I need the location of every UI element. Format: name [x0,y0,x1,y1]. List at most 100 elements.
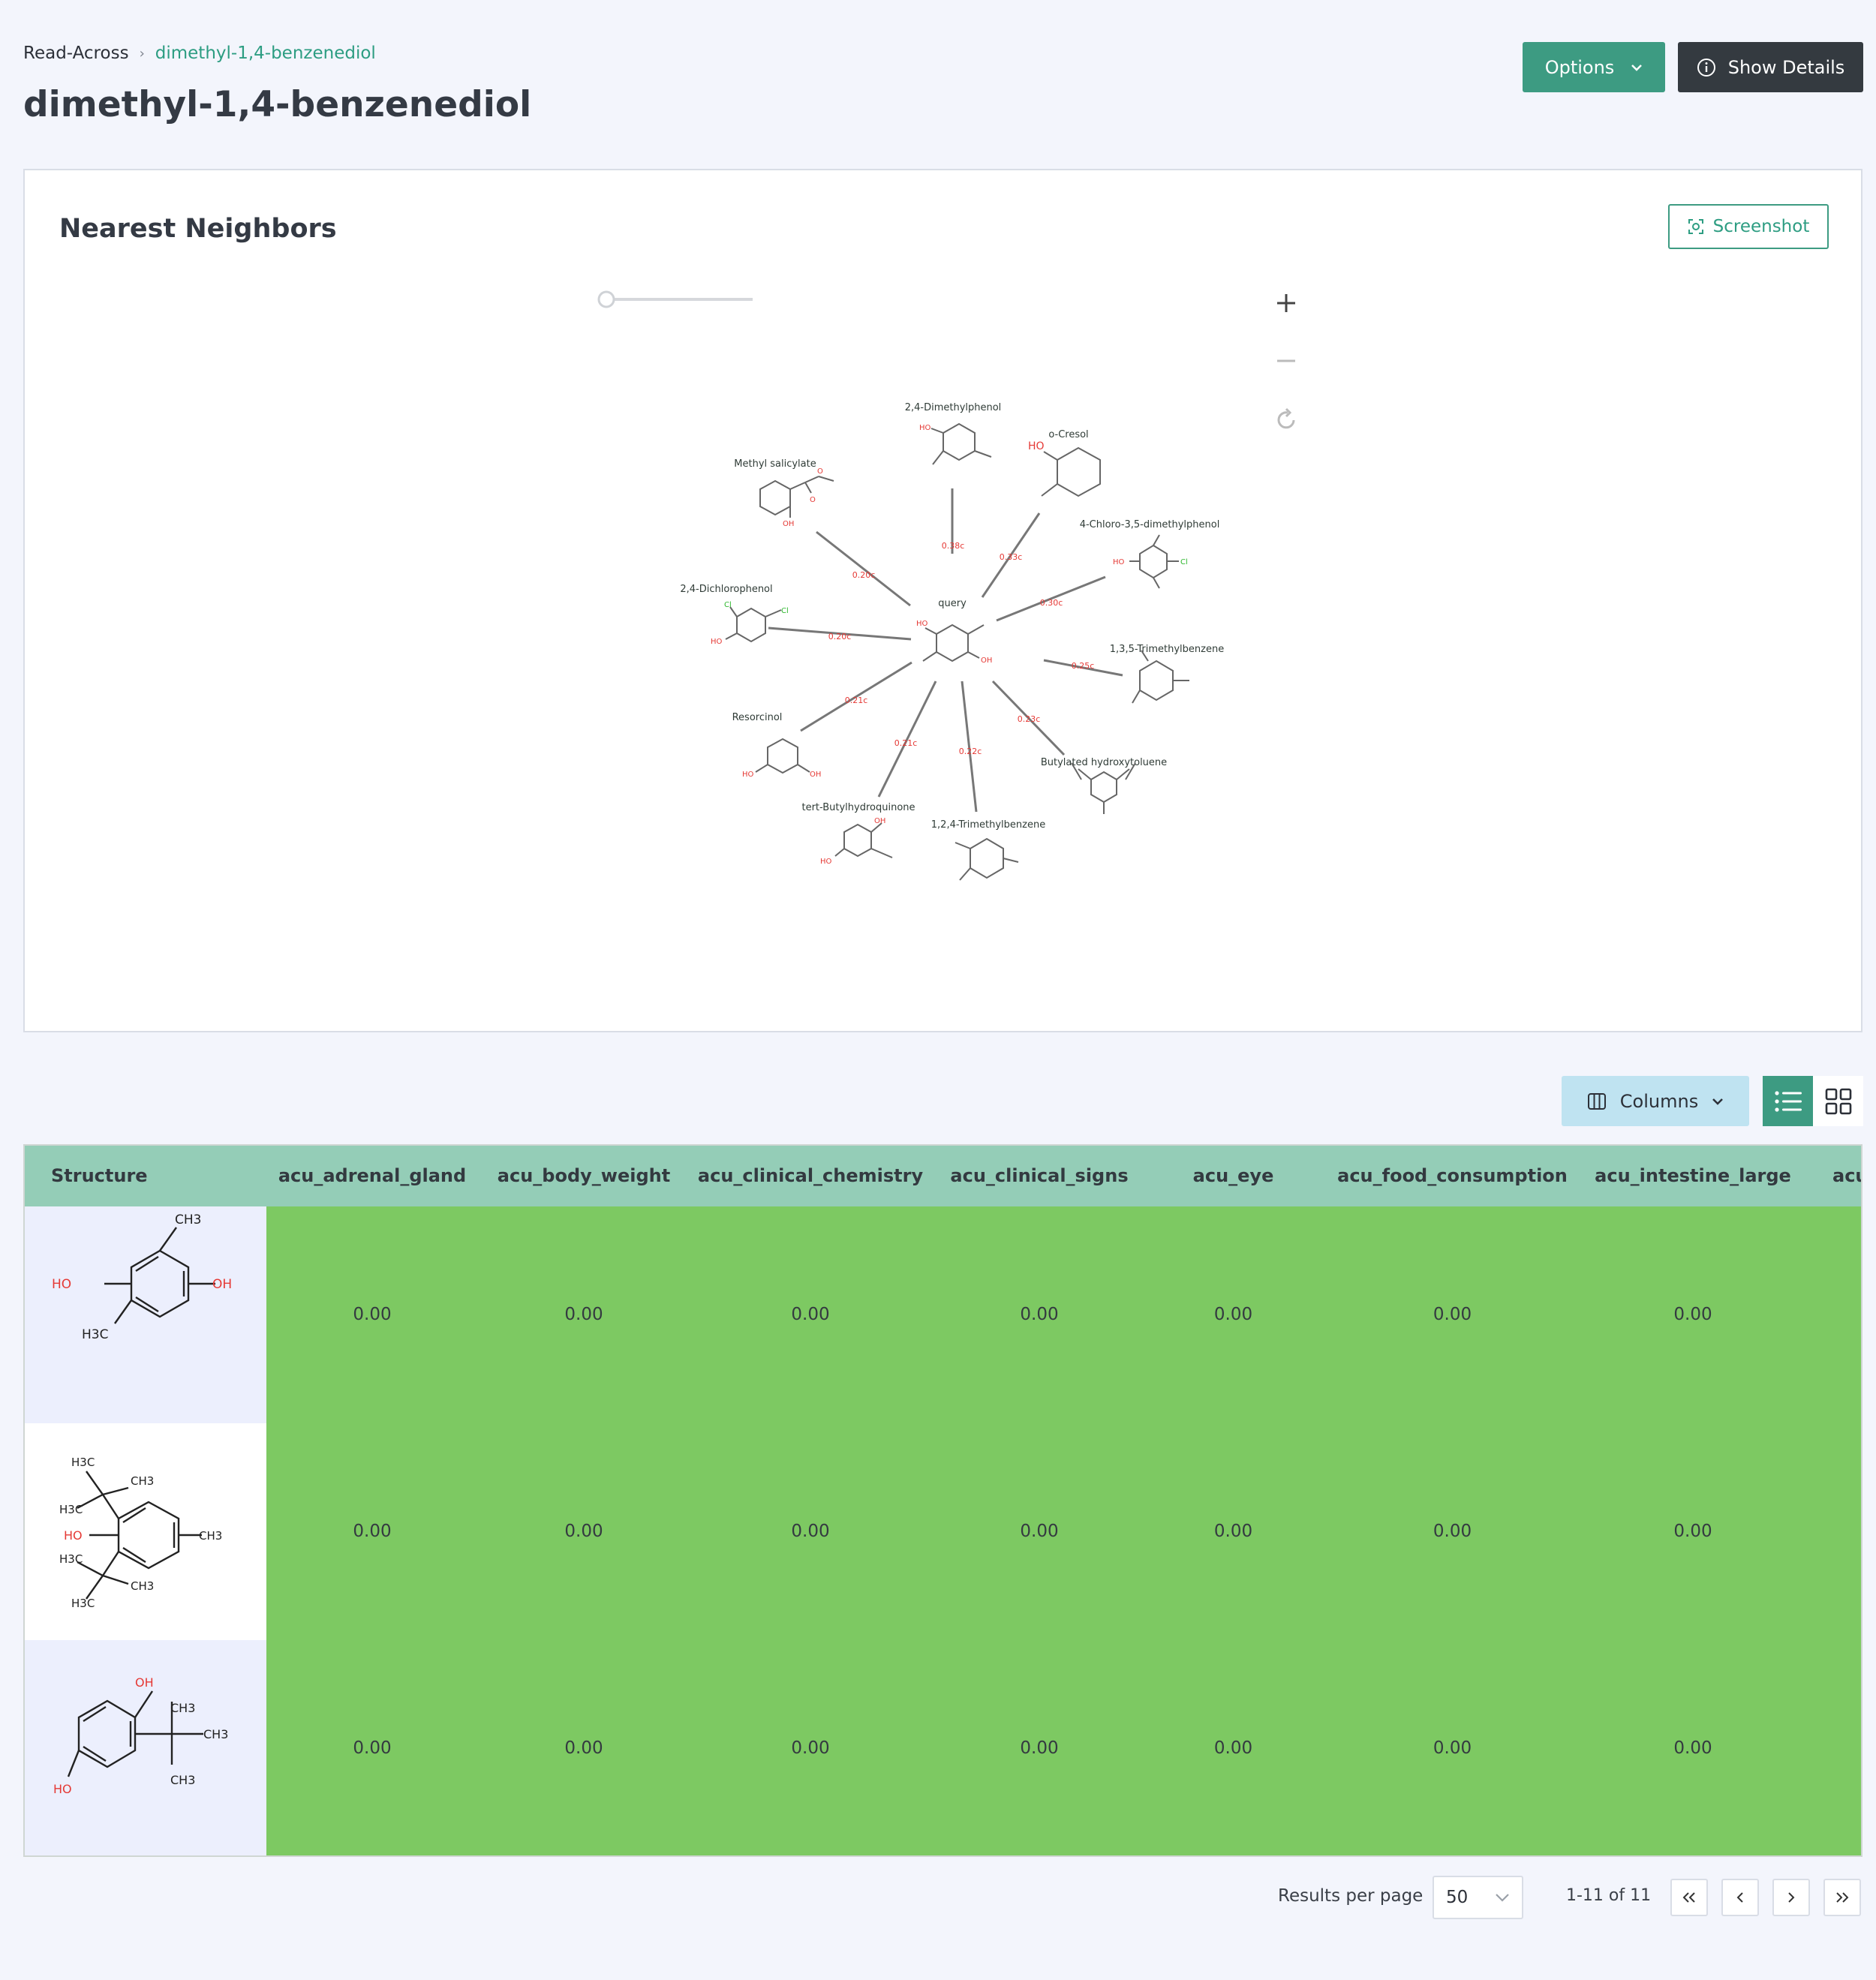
grid-view-button[interactable] [1813,1076,1863,1126]
structure-image: OH CH3 CH3 CH3 HO [53,1675,228,1796]
column-header[interactable]: acu_clinical_chemistry [690,1146,931,1206]
columns-label: Columns [1619,1090,1699,1112]
value-cell[interactable]: 0.00 [1147,1640,1319,1855]
value-cell[interactable]: 0.00 [478,1206,690,1423]
column-header[interactable]: acu [1832,1146,1861,1206]
node-label: Resorcinol [732,712,783,723]
value-cell[interactable]: 0.00 [931,1206,1147,1423]
value-cell[interactable]: 0.00 [478,1640,690,1855]
table-header: Structure acu_adrenal_gland acu_body_wei… [25,1146,1861,1206]
show-details-button[interactable]: Show Details [1678,42,1863,92]
value-cell[interactable]: 0.00 [931,1640,1147,1855]
value-cell[interactable]: 0.00 [690,1423,931,1640]
edge-labels: 0.38c 0.33c 0.30c 0.25c 0.23c 0.22c 0.21… [828,541,1095,756]
structure-cell: OH CH3 CH3 CH3 HO [25,1640,266,1855]
value-cell[interactable]: 0.00 [690,1206,931,1423]
value-cell[interactable]: 0.00 [478,1423,690,1640]
atom-cl: Cl [1180,558,1188,566]
value-cell[interactable]: 0.00 [1586,1423,1800,1640]
atom-label: CH3 [131,1579,154,1593]
value-cell[interactable]: 0.00 [1319,1640,1586,1855]
breadcrumb-current[interactable]: dimethyl-1,4-benzenediol [155,44,376,63]
column-header[interactable]: Structure [51,1146,148,1206]
node-label: 4-Chloro-3,5-dimethylphenol [1080,519,1220,530]
column-header[interactable]: acu_eye [1147,1146,1319,1206]
table-row[interactable]: H3C CH3 H3C HO CH3 H3C CH3 H3C 0.00 0.00… [25,1423,1861,1640]
results-table: Structure acu_adrenal_gland acu_body_wei… [23,1144,1862,1857]
value-cell[interactable]: 0.00 [1586,1206,1800,1423]
node-label: 1,3,5-Trimethylbenzene [1110,644,1224,655]
results-per-page-select[interactable]: 50 [1433,1876,1523,1919]
atom-ho: HO [919,424,931,432]
atom-oh: OH [783,520,794,528]
previous-page-button[interactable] [1721,1879,1759,1916]
table-row[interactable]: OH CH3 CH3 CH3 HO 0.00 0.00 0.00 0.00 0.… [25,1640,1861,1855]
atom-label: CH3 [175,1212,201,1227]
zoom-in-icon[interactable] [1277,294,1295,312]
column-header[interactable]: acu_adrenal_gland [266,1146,478,1206]
options-button[interactable]: Options [1523,42,1665,92]
molecule-4-chloro-3-5-dimethylphenol [1129,534,1179,589]
atom-label: OH [212,1277,232,1292]
column-header[interactable]: acu_body_weight [478,1146,690,1206]
reset-icon[interactable] [1277,407,1295,429]
node-label: o-Cresol [1048,429,1088,440]
atom-label: CH3 [199,1529,222,1543]
next-page-button[interactable] [1772,1879,1810,1916]
atom-label: OH [135,1675,154,1690]
value-cell[interactable]: 0.00 [931,1423,1147,1640]
atom-label: H3C [71,1456,95,1469]
node-label: Methyl salicylate [734,458,816,470]
atom-label: H3C [82,1327,108,1342]
atom-label: HO [53,1782,72,1796]
column-header[interactable]: acu_food_consumption [1319,1146,1586,1206]
column-header[interactable]: acu_clinical_signs [931,1146,1147,1206]
value-cell[interactable]: 0.00 [1147,1423,1319,1640]
table-row[interactable]: CH3 HO OH H3C 0.00 0.00 0.00 0.00 0.00 0… [25,1206,1861,1423]
atom-label: H3C [59,1552,83,1566]
show-details-label: Show Details [1727,56,1845,78]
atom-cl: Cl [781,607,789,615]
structure-image: CH3 HO OH H3C [52,1212,232,1342]
value-cell[interactable]: 0.00 [266,1640,478,1855]
value-cell[interactable]: 0.00 [266,1206,478,1423]
node-label: Butylated hydroxytoluene [1041,757,1167,768]
value-cell[interactable]: 0.00 [1319,1206,1586,1423]
neighbor-graph[interactable]: 0.38c 0.33c 0.30c 0.25c 0.23c 0.22c 0.21… [25,170,1861,1031]
value-cell[interactable]: 0.00 [1147,1206,1319,1423]
chevrons-right-icon [1836,1892,1849,1903]
atom-cl: Cl [724,601,732,609]
atom-ho: HO [742,771,754,779]
column-header[interactable]: acu_intestine_large [1586,1146,1800,1206]
threshold-slider-handle[interactable] [597,290,615,308]
chevron-left-icon [1736,1892,1743,1903]
first-page-button[interactable] [1670,1879,1708,1916]
value-cell[interactable]: 0.00 [1586,1640,1800,1855]
chevron-down-icon [1631,64,1643,71]
breadcrumb-root-link[interactable]: Read-Across [23,44,129,63]
chevron-down-icon [1712,1098,1724,1105]
per-page-value: 50 [1446,1888,1469,1907]
edge-label: 0.23c [1018,714,1041,724]
node-label: 1,2,4-Trimethylbenzene [931,819,1045,831]
grid-icon [1825,1088,1851,1114]
edge-label: 0.21c [894,738,918,748]
edge-label: 0.38c [942,541,965,551]
list-view-button[interactable] [1763,1076,1813,1126]
edge-label: 0.22c [959,747,982,756]
structure-cell: CH3 HO OH H3C [25,1206,266,1423]
columns-button[interactable]: Columns [1562,1076,1749,1126]
molecule-1-2-4-trimethylbenzene [955,837,1019,881]
value-cell[interactable]: 0.00 [266,1423,478,1640]
atom-ho: HO [1028,440,1045,452]
value-cell[interactable]: 0.00 [690,1640,931,1855]
atom-oh: OH [981,656,992,665]
value-cell[interactable]: 0.00 [1319,1423,1586,1640]
nearest-neighbors-card: Nearest Neighbors Screenshot 0.38c 0.33c… [23,169,1862,1032]
atom-label: HO [64,1528,83,1543]
last-page-button[interactable] [1823,1879,1861,1916]
node-labels: query 2,4-Dimethylphenol o-Cresol 4-Chlo… [680,402,1224,831]
node-label: tert-Butylhydroquinone [801,802,915,813]
atom-oh: OH [874,817,885,825]
molecule-query [922,623,985,663]
